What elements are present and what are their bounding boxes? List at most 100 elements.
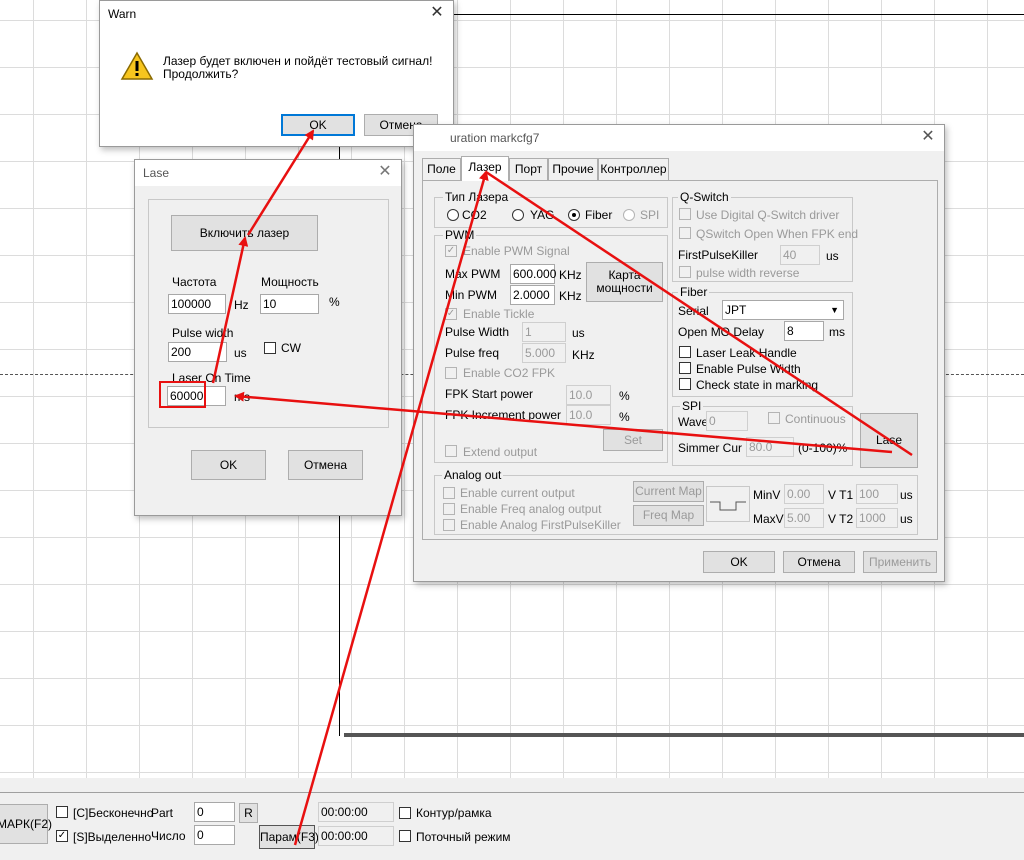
t1-field[interactable]: 100 [856, 484, 898, 504]
reset-part-button[interactable]: R [239, 803, 258, 823]
selected-mark-checkbox[interactable]: ✓ [56, 830, 68, 842]
current-map-button[interactable]: Current Map [633, 481, 704, 502]
enable-pwm-label: Enable PWM Signal [463, 244, 570, 258]
spi-title: SPI [680, 399, 704, 413]
pulse-width-field[interactable]: 200 [168, 342, 227, 362]
set-button[interactable]: Set [603, 429, 663, 451]
min-pwm-field[interactable]: 2.0000 [510, 285, 555, 305]
open-mo-delay-field[interactable]: 8 [784, 321, 824, 341]
use-digital-label: Use Digital Q-Switch driver [696, 208, 840, 222]
tab-controller[interactable]: Контроллер [598, 158, 669, 180]
minv-field[interactable]: 0.00 [784, 484, 824, 504]
warn-ok-button[interactable]: OK [281, 114, 355, 136]
enable-tickle-checkbox[interactable]: ✓ [445, 308, 457, 320]
first-pulse-killer-label: FirstPulseKiller [678, 248, 759, 262]
serial-select[interactable]: JPT ▼ [722, 300, 844, 320]
maxv-field[interactable]: 5.00 [784, 508, 824, 528]
first-pulse-killer-field[interactable]: 40 [780, 245, 820, 265]
close-icon[interactable]: ✕ [375, 163, 395, 181]
qswitch-title: Q-Switch [678, 190, 731, 204]
enable-current-checkbox[interactable] [443, 487, 455, 499]
qswitch-open-checkbox[interactable] [679, 227, 691, 239]
t2-field[interactable]: 1000 [856, 508, 898, 528]
extend-output-label: Extend output [463, 445, 538, 459]
pulse-width-cfg-field[interactable]: 1 [522, 322, 566, 342]
serial-value: JPT [725, 303, 747, 317]
tab-port[interactable]: Порт [509, 158, 548, 180]
enable-freq-label: Enable Freq analog output [460, 502, 602, 516]
radio-co2-label: CO2 [462, 208, 487, 222]
frequency-label: Частота [172, 275, 217, 289]
radio-co2[interactable] [447, 209, 459, 221]
frequency-unit: Hz [234, 298, 249, 312]
enable-pwm-checkbox[interactable]: ✓ [445, 245, 457, 257]
analog-out-title: Analog out [442, 468, 504, 482]
enable-co2-fpk-checkbox[interactable] [445, 367, 457, 379]
pulse-freq-unit: KHz [572, 348, 595, 362]
cw-checkbox[interactable] [264, 342, 276, 354]
warn-titlebar[interactable] [100, 1, 453, 27]
laser-leak-checkbox[interactable] [679, 346, 691, 358]
mark-button[interactable]: МАРК(F2) [0, 804, 52, 844]
qswitch-open-label: QSwitch Open When FPK end [696, 227, 859, 241]
enable-freq-checkbox[interactable] [443, 503, 455, 515]
maxv-label: MaxV [753, 512, 784, 526]
part-field[interactable]: 0 [194, 802, 235, 822]
power-map-button[interactable]: Карта мощности [586, 262, 663, 302]
radio-fiber[interactable] [568, 209, 580, 221]
lase-title: Lase [143, 166, 170, 180]
simmer-range: (0-100)% [798, 441, 848, 455]
pulse-width-reverse-checkbox[interactable] [679, 266, 691, 278]
check-state-label: Check state in marking [696, 378, 819, 392]
use-digital-checkbox[interactable] [679, 208, 691, 220]
extend-output-checkbox[interactable] [445, 445, 457, 457]
enable-analog-fpk-checkbox[interactable] [443, 519, 455, 531]
fpk-start-field[interactable]: 10.0 [566, 385, 611, 405]
max-pwm-label: Max PWM [445, 267, 501, 281]
radio-yag[interactable] [512, 209, 524, 221]
frequency-field[interactable]: 100000 [168, 294, 226, 314]
count-field[interactable]: 0 [194, 825, 235, 845]
power-unit: % [329, 295, 340, 309]
simmer-field[interactable]: 80.0 [746, 437, 794, 457]
highlight-laser-on-time [159, 381, 206, 408]
config-ok-button[interactable]: OK [703, 551, 775, 573]
enable-pulse-width-checkbox[interactable] [679, 362, 691, 374]
check-state-checkbox[interactable] [679, 378, 691, 390]
continuous-checkbox[interactable] [768, 412, 780, 424]
lase-cancel-button[interactable]: Отмена [288, 450, 363, 480]
stream-checkbox[interactable] [399, 830, 411, 842]
close-icon[interactable]: ✕ [427, 4, 447, 22]
wave-label: Wave [678, 415, 709, 429]
laser-on-time-unit: ms [234, 390, 250, 404]
freq-map-button[interactable]: Freq Map [633, 505, 704, 526]
param-button[interactable]: Парам(F3) [259, 825, 319, 849]
warn-message-line2: Продолжить? [163, 67, 239, 81]
radio-spi[interactable] [623, 209, 635, 221]
lase-titlebar[interactable] [135, 160, 401, 186]
bottom-separator [0, 792, 1024, 793]
fpk-inc-field[interactable]: 10.0 [566, 405, 611, 425]
lase-ok-button[interactable]: OK [191, 450, 266, 480]
wave-field[interactable]: 0 [706, 411, 748, 431]
power-field[interactable]: 10 [260, 294, 319, 314]
continuous-mark-label: [C]Бесконечно [73, 806, 154, 820]
pulse-width-label: Pulse width [172, 326, 234, 340]
continuous-mark-checkbox[interactable] [56, 806, 68, 818]
config-cancel-button[interactable]: Отмена [783, 551, 855, 573]
time1-field: 00:00:00 [318, 802, 394, 822]
time1: 00:00:00 [321, 805, 368, 819]
tab-laser[interactable]: Лазер [461, 156, 509, 181]
pulse-freq-field[interactable]: 5.000 [522, 343, 566, 363]
config-apply-button[interactable]: Применить [863, 551, 937, 573]
enable-laser-button[interactable]: Включить лазер [171, 215, 318, 251]
fpk-start-label: FPK Start power [445, 387, 534, 401]
close-icon[interactable]: ✕ [918, 128, 938, 146]
lase-button[interactable]: Lase [860, 413, 918, 468]
tab-other[interactable]: Прочие [548, 158, 598, 180]
max-pwm-field[interactable]: 600.000 [510, 264, 556, 284]
canvas-frame-bottom [344, 733, 1024, 737]
tab-field[interactable]: Поле [422, 158, 461, 180]
contour-checkbox[interactable] [399, 807, 411, 819]
open-mo-delay-unit: ms [829, 325, 845, 339]
